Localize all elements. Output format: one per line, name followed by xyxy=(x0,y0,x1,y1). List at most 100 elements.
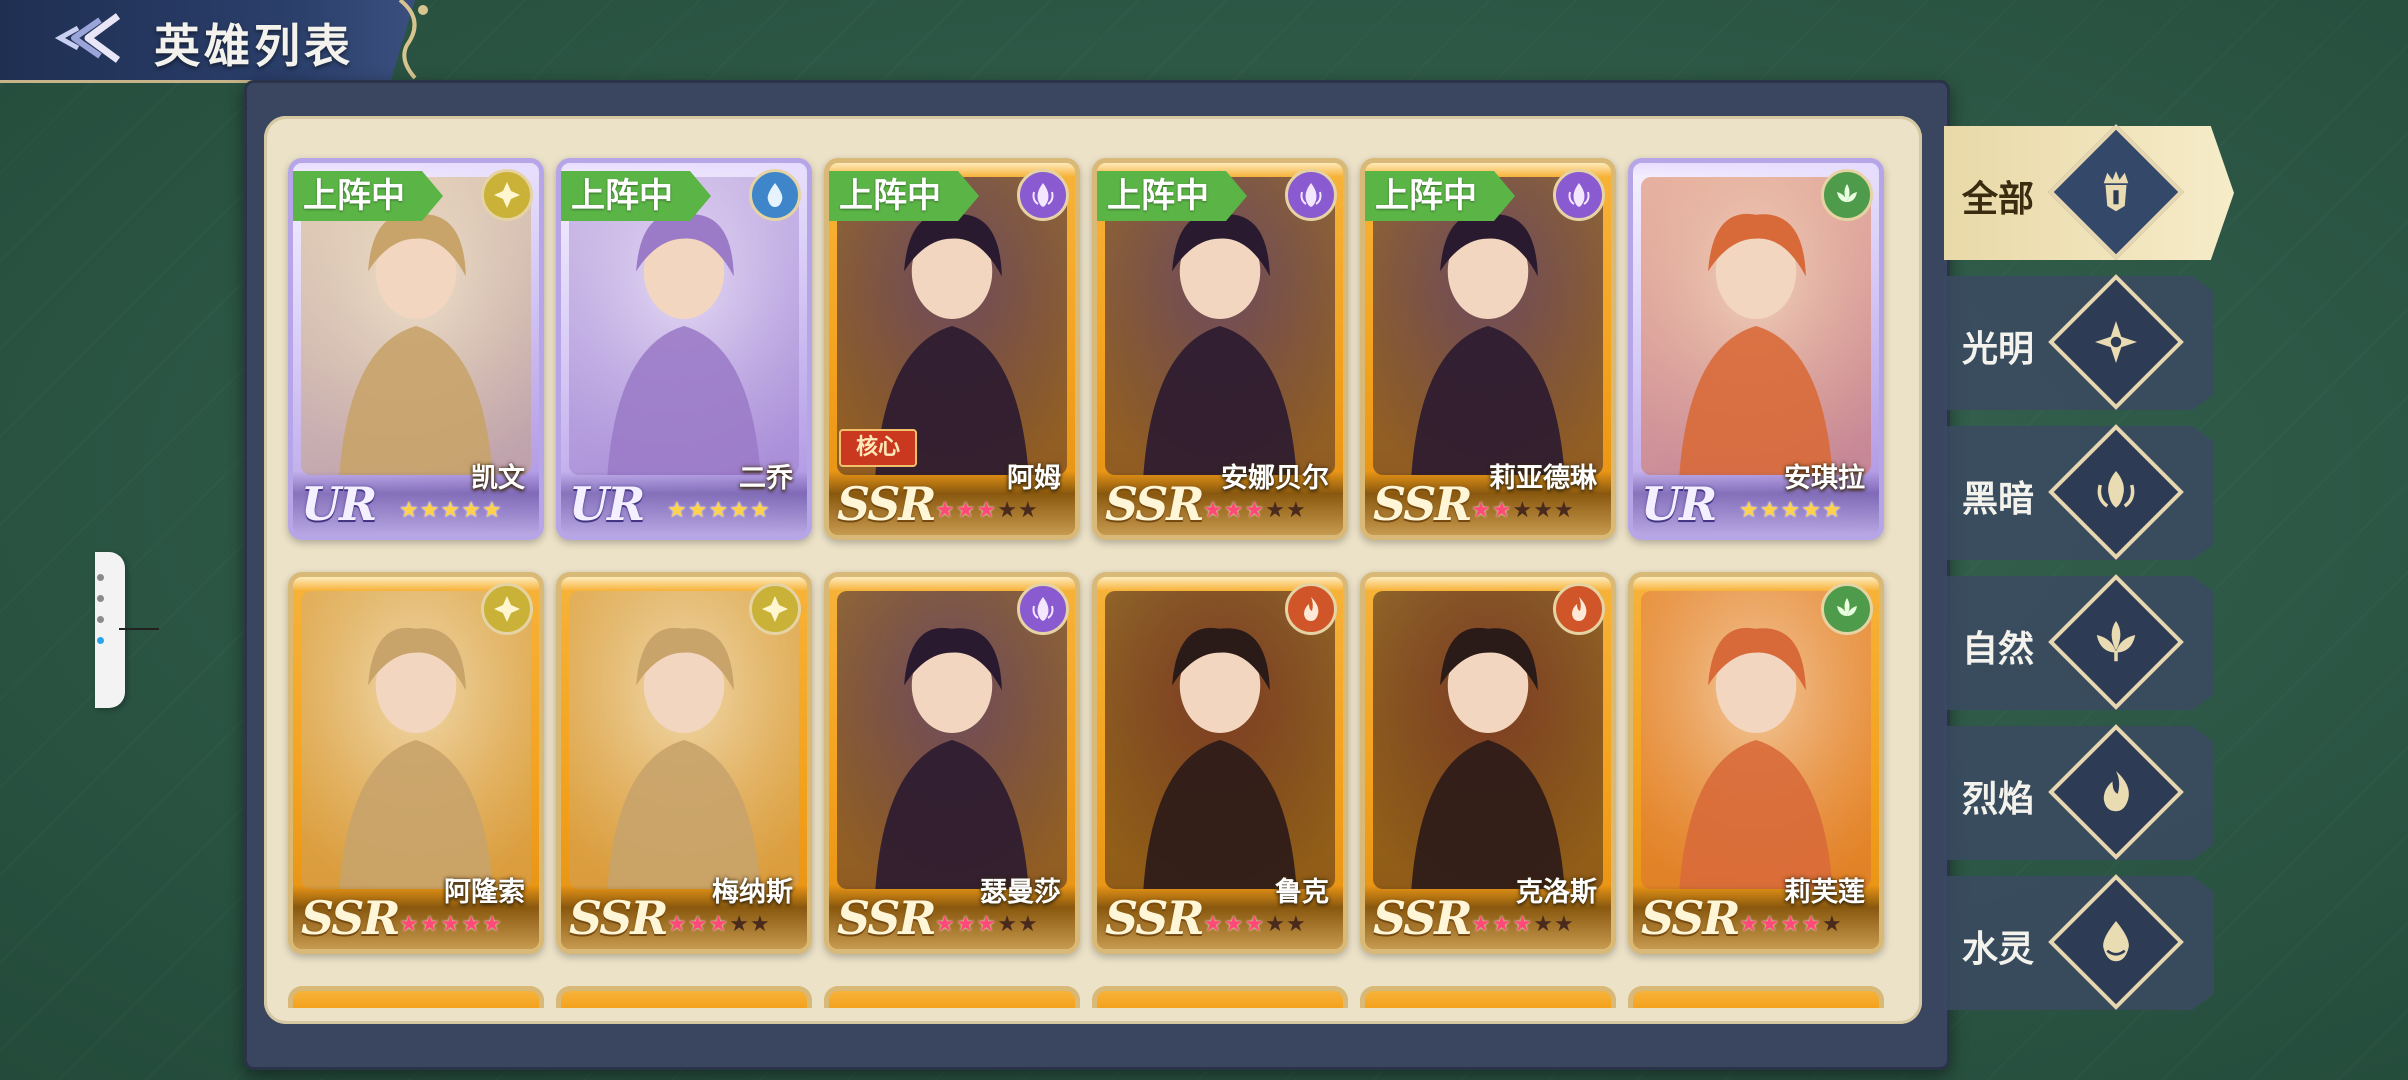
hero-card[interactable]: 鲁克 SSR ★★★★★ xyxy=(1092,572,1348,954)
hero-card-partial[interactable] xyxy=(1628,986,1884,1008)
core-badge: 核心 xyxy=(839,429,917,467)
leaf-icon xyxy=(2096,621,2136,662)
hero-portrait xyxy=(1373,177,1603,475)
hero-card[interactable]: 瑟曼莎 SSR ★★★★★ xyxy=(824,572,1080,954)
star-filled-icon: ★ xyxy=(749,498,771,523)
tab-label: 光明 xyxy=(1962,329,2035,370)
side-drawer-handle[interactable] xyxy=(95,552,159,708)
star-filled-icon: ★ xyxy=(419,912,441,937)
star-rating: ★★★★★ xyxy=(1739,912,1843,937)
star-filled-icon: ★ xyxy=(461,498,482,523)
hero-name: 凯文 xyxy=(471,463,525,494)
hero-name: 莉芙莲 xyxy=(1784,877,1865,908)
star-rating: ★★★★★ xyxy=(399,912,503,937)
star-filled-icon: ★ xyxy=(667,912,688,937)
hero-card-partial[interactable] xyxy=(824,986,1080,1008)
element-dark-icon xyxy=(1017,583,1069,635)
tab-label: 全部 xyxy=(1962,179,2035,220)
hero-portrait xyxy=(301,177,531,475)
hero-card[interactable]: 梅纳斯 SSR ★★★★★ xyxy=(556,572,812,954)
star-filled-icon: ★ xyxy=(1491,912,1513,937)
hero-portrait xyxy=(1373,591,1603,889)
star-empty-icon: ★ xyxy=(1265,912,1286,937)
star-filled-icon: ★ xyxy=(1244,912,1266,937)
hero-card[interactable]: 阿姆 SSR ★★★★★ 上阵中 核心 xyxy=(824,158,1080,540)
star-filled-icon: ★ xyxy=(461,912,482,937)
hero-portrait xyxy=(837,591,1067,889)
star-filled-icon: ★ xyxy=(1801,912,1822,937)
rarity-label: SSR xyxy=(1105,891,1205,945)
element-nature-icon xyxy=(1821,583,1873,635)
hero-card[interactable]: 二乔 UR ★★★★★ 上阵中 xyxy=(556,158,812,540)
star-filled-icon: ★ xyxy=(1203,912,1224,937)
hero-name: 瑟曼莎 xyxy=(980,877,1061,908)
star-filled-icon: ★ xyxy=(1780,912,1802,937)
hero-portrait xyxy=(1105,591,1335,889)
element-dark-icon xyxy=(1285,169,1337,221)
hero-card[interactable]: 安娜贝尔 SSR ★★★★★ 上阵中 xyxy=(1092,158,1348,540)
hero-card-partial[interactable] xyxy=(556,986,812,1008)
star-filled-icon: ★ xyxy=(440,912,462,937)
hero-card[interactable]: 莉亚德琳 SSR ★★★★★ 上阵中 xyxy=(1360,158,1616,540)
star-rating: ★★★★★ xyxy=(1739,498,1843,523)
hero-name: 二乔 xyxy=(739,463,793,494)
filter-tab-dark-flame[interactable]: 黑暗 xyxy=(1944,424,2230,560)
star-filled-icon: ★ xyxy=(935,498,956,523)
rarity-label: SSR xyxy=(837,891,937,945)
rarity-label: SSR xyxy=(1641,891,1741,945)
hero-card-partial[interactable] xyxy=(288,986,544,1008)
star-empty-icon: ★ xyxy=(1285,498,1307,523)
star-filled-icon: ★ xyxy=(1739,912,1760,937)
tab-label: 自然 xyxy=(1962,629,2035,670)
title-ornament xyxy=(398,0,428,80)
hero-card-partial[interactable] xyxy=(1360,986,1616,1008)
hero-card[interactable]: 凯文 UR ★★★★★ 上阵中 xyxy=(288,158,544,540)
star-filled-icon: ★ xyxy=(708,912,730,937)
fire-icon xyxy=(2103,771,2129,812)
hero-name: 阿隆索 xyxy=(444,877,525,908)
hero-card[interactable]: 安琪拉 UR ★★★★★ xyxy=(1628,158,1884,540)
hero-card[interactable]: 克洛斯 SSR ★★★★★ xyxy=(1360,572,1616,954)
element-fire-icon xyxy=(1285,583,1337,635)
hero-card-partial[interactable] xyxy=(1092,986,1348,1008)
light-star-icon xyxy=(2095,321,2137,363)
star-filled-icon: ★ xyxy=(1471,912,1492,937)
element-dark-icon xyxy=(1017,169,1069,221)
hero-name: 安娜贝尔 xyxy=(1221,463,1329,494)
star-empty-icon: ★ xyxy=(1553,498,1575,523)
hero-card[interactable]: 阿隆索 SSR ★★★★★ xyxy=(288,572,544,954)
rarity-label: SSR xyxy=(1373,477,1473,531)
back-button[interactable] xyxy=(48,8,128,68)
filter-tab-water-drop[interactable]: 水灵 xyxy=(1944,874,2230,1010)
star-empty-icon: ★ xyxy=(749,912,771,937)
star-filled-icon: ★ xyxy=(955,498,977,523)
star-empty-icon: ★ xyxy=(1533,912,1554,937)
rarity-label: UR xyxy=(569,477,645,531)
hero-portrait xyxy=(301,591,531,889)
hero-name: 梅纳斯 xyxy=(712,877,793,908)
star-filled-icon: ★ xyxy=(1739,498,1760,523)
filter-tab-fire[interactable]: 烈焰 xyxy=(1944,724,2230,860)
star-rating: ★★★★★ xyxy=(1471,912,1575,937)
filter-tab-leaf[interactable]: 自然 xyxy=(1944,574,2230,710)
star-filled-icon: ★ xyxy=(1223,498,1245,523)
star-empty-icon: ★ xyxy=(1017,498,1039,523)
element-light-icon xyxy=(481,583,533,635)
hero-portrait xyxy=(569,591,799,889)
hero-card[interactable]: 莉芙莲 SSR ★★★★★ xyxy=(1628,572,1884,954)
filter-tab-light-star[interactable]: 光明 xyxy=(1944,274,2230,410)
in-lineup-badge: 上阵中 xyxy=(829,171,979,221)
star-filled-icon: ★ xyxy=(976,498,998,523)
dark-flame-icon xyxy=(2097,471,2135,508)
rarity-label: SSR xyxy=(837,477,937,531)
star-filled-icon: ★ xyxy=(1821,498,1843,523)
rarity-label: SSR xyxy=(1105,477,1205,531)
star-filled-icon: ★ xyxy=(935,912,956,937)
filter-tab-crown-helm[interactable]: 全部 xyxy=(1944,124,2234,260)
star-empty-icon: ★ xyxy=(1512,498,1534,523)
star-filled-icon: ★ xyxy=(481,912,503,937)
star-filled-icon: ★ xyxy=(399,912,420,937)
hero-grid-panel[interactable]: 凯文 UR ★★★★★ 上阵中 二乔 UR ★★★★★ 上阵中 阿姆 SSR ★… xyxy=(264,116,1922,1024)
tab-label: 黑暗 xyxy=(1962,479,2035,520)
star-empty-icon: ★ xyxy=(1017,912,1039,937)
